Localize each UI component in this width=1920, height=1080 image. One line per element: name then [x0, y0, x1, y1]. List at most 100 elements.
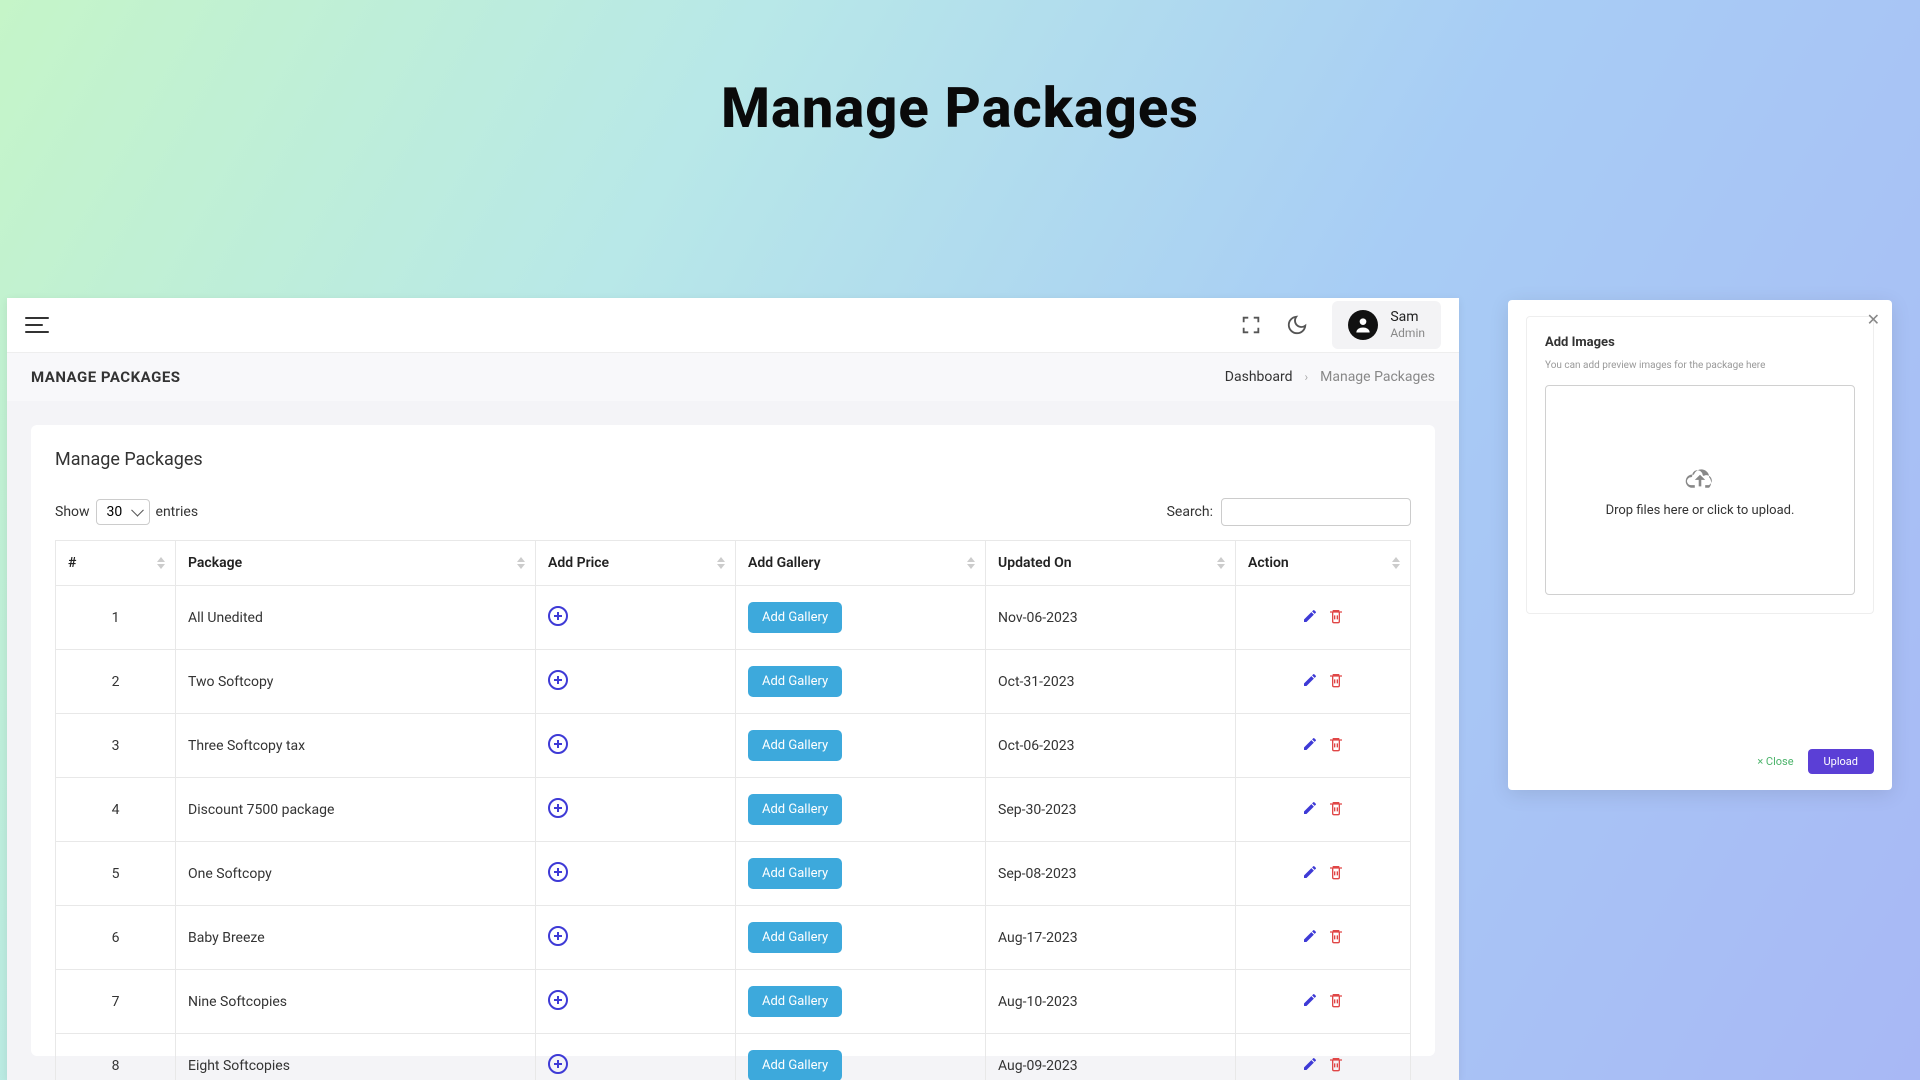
- table-row: 1All UneditedAdd GalleryNov-06-2023: [56, 586, 1411, 650]
- add-gallery-button[interactable]: Add Gallery: [748, 858, 842, 889]
- cell-index: 5: [56, 842, 176, 906]
- cell-add-gallery: Add Gallery: [736, 714, 986, 778]
- breadcrumb-current: Manage Packages: [1320, 369, 1435, 385]
- cell-add-gallery: Add Gallery: [736, 1034, 986, 1080]
- breadcrumb-dashboard[interactable]: Dashboard: [1225, 369, 1293, 385]
- page-size-control: Show 30 entries: [55, 499, 198, 525]
- user-name: Sam: [1390, 309, 1425, 326]
- add-gallery-button[interactable]: Add Gallery: [748, 986, 842, 1017]
- cell-action: [1236, 778, 1411, 842]
- packages-card: Manage Packages Show 30 entries Search:: [31, 425, 1435, 1056]
- add-gallery-button[interactable]: Add Gallery: [748, 922, 842, 953]
- edit-icon[interactable]: [1302, 992, 1318, 1008]
- cell-add-price: [536, 906, 736, 970]
- add-gallery-button[interactable]: Add Gallery: [748, 730, 842, 761]
- close-icon[interactable]: ✕: [1867, 310, 1880, 329]
- cell-action: [1236, 714, 1411, 778]
- topbar: Sam Admin: [7, 298, 1459, 353]
- table-row: 2Two SoftcopyAdd GalleryOct-31-2023: [56, 650, 1411, 714]
- file-dropzone[interactable]: Drop files here or click to upload.: [1545, 385, 1855, 595]
- col-updated[interactable]: Updated On: [986, 541, 1236, 586]
- add-price-icon[interactable]: [548, 734, 568, 754]
- modal-title: Add Images: [1545, 335, 1855, 350]
- edit-icon[interactable]: [1302, 864, 1318, 880]
- cell-add-gallery: Add Gallery: [736, 778, 986, 842]
- cell-updated: Sep-30-2023: [986, 778, 1236, 842]
- table-row: 4Discount 7500 packageAdd GallerySep-30-…: [56, 778, 1411, 842]
- add-price-icon[interactable]: [548, 1054, 568, 1074]
- cell-action: [1236, 650, 1411, 714]
- add-price-icon[interactable]: [548, 670, 568, 690]
- cell-action: [1236, 1034, 1411, 1080]
- close-button[interactable]: Close: [1757, 755, 1793, 768]
- avatar: [1348, 310, 1378, 340]
- upload-button[interactable]: Upload: [1808, 749, 1874, 774]
- packages-table: # Package Add Price Add Gallery Updated …: [55, 540, 1411, 1080]
- delete-icon[interactable]: [1328, 736, 1344, 752]
- card-title: Manage Packages: [55, 449, 1411, 470]
- edit-icon[interactable]: [1302, 928, 1318, 944]
- add-gallery-button[interactable]: Add Gallery: [748, 602, 842, 633]
- add-gallery-button[interactable]: Add Gallery: [748, 666, 842, 697]
- edit-icon[interactable]: [1302, 1056, 1318, 1072]
- cell-package: One Softcopy: [176, 842, 536, 906]
- delete-icon[interactable]: [1328, 928, 1344, 944]
- menu-toggle-icon[interactable]: [25, 317, 49, 333]
- dropzone-label: Drop files here or click to upload.: [1606, 503, 1795, 518]
- add-gallery-button[interactable]: Add Gallery: [748, 794, 842, 825]
- fullscreen-icon[interactable]: [1240, 314, 1262, 336]
- add-price-icon[interactable]: [548, 990, 568, 1010]
- cell-add-price: [536, 714, 736, 778]
- delete-icon[interactable]: [1328, 608, 1344, 624]
- cell-add-gallery: Add Gallery: [736, 970, 986, 1034]
- col-package[interactable]: Package: [176, 541, 536, 586]
- user-menu[interactable]: Sam Admin: [1332, 301, 1441, 348]
- search-input[interactable]: [1221, 498, 1411, 526]
- cell-package: Nine Softcopies: [176, 970, 536, 1034]
- cell-add-price: [536, 778, 736, 842]
- cell-action: [1236, 970, 1411, 1034]
- col-index[interactable]: #: [56, 541, 176, 586]
- show-label: Show: [55, 504, 90, 520]
- edit-icon[interactable]: [1302, 672, 1318, 688]
- cell-index: 3: [56, 714, 176, 778]
- add-price-icon[interactable]: [548, 606, 568, 626]
- topbar-actions: Sam Admin: [1240, 301, 1441, 348]
- cell-index: 6: [56, 906, 176, 970]
- table-row: 6Baby BreezeAdd GalleryAug-17-2023: [56, 906, 1411, 970]
- add-gallery-button[interactable]: Add Gallery: [748, 1050, 842, 1080]
- user-role: Admin: [1390, 326, 1425, 340]
- cell-index: 2: [56, 650, 176, 714]
- delete-icon[interactable]: [1328, 864, 1344, 880]
- add-images-modal: ✕ Add Images You can add preview images …: [1508, 300, 1892, 790]
- delete-icon[interactable]: [1328, 672, 1344, 688]
- delete-icon[interactable]: [1328, 800, 1344, 816]
- table-row: 5One Softcopy Add Gallery Sep-08-2023: [56, 842, 1411, 906]
- page-title: Manage Packages: [0, 0, 1920, 141]
- col-add-gallery[interactable]: Add Gallery: [736, 541, 986, 586]
- dark-mode-icon[interactable]: [1286, 314, 1308, 336]
- search-label: Search:: [1167, 504, 1213, 520]
- edit-icon[interactable]: [1302, 608, 1318, 624]
- cell-package: Discount 7500 package: [176, 778, 536, 842]
- add-price-icon[interactable]: [548, 798, 568, 818]
- col-action[interactable]: Action: [1236, 541, 1411, 586]
- section-title: MANAGE PACKAGES: [31, 368, 181, 386]
- edit-icon[interactable]: [1302, 800, 1318, 816]
- col-add-price[interactable]: Add Price: [536, 541, 736, 586]
- cell-package: Three Softcopy tax: [176, 714, 536, 778]
- chevron-right-icon: ›: [1305, 370, 1309, 384]
- cell-index: 1: [56, 586, 176, 650]
- cell-action: [1236, 906, 1411, 970]
- delete-icon[interactable]: [1328, 1056, 1344, 1072]
- cell-add-gallery: Add Gallery: [736, 906, 986, 970]
- cell-updated: Sep-08-2023: [986, 842, 1236, 906]
- edit-icon[interactable]: [1302, 736, 1318, 752]
- add-price-icon[interactable]: [548, 862, 568, 882]
- add-price-icon[interactable]: [548, 926, 568, 946]
- page-size-select[interactable]: 30: [96, 499, 150, 525]
- delete-icon[interactable]: [1328, 992, 1344, 1008]
- cell-add-price: [536, 586, 736, 650]
- cell-add-price: [536, 1034, 736, 1080]
- cell-add-price: [536, 842, 736, 906]
